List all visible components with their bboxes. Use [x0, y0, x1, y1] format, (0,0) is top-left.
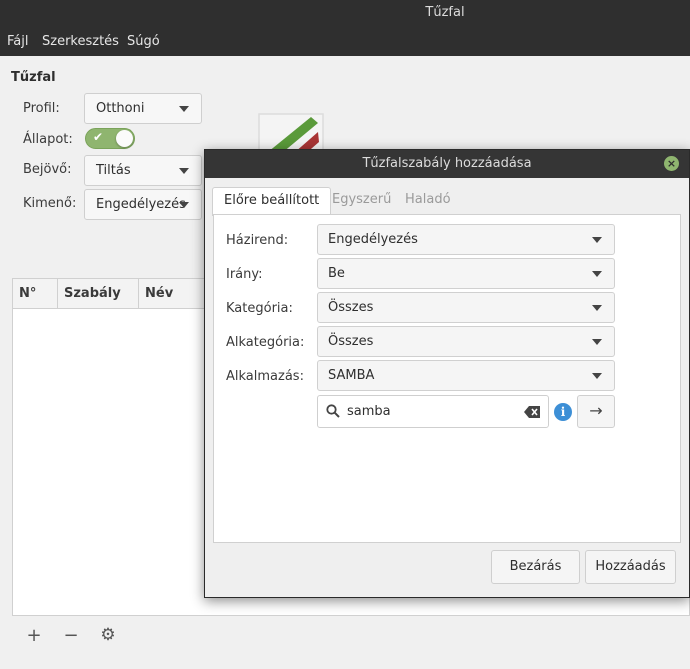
section-title: Tűzfal — [11, 70, 56, 85]
tab-simple[interactable]: Egyszerű — [321, 187, 402, 215]
remove-rule-button[interactable]: − — [57, 625, 85, 649]
close-icon[interactable]: × — [664, 156, 679, 171]
policy-label: Házirend: — [226, 233, 289, 248]
tab-panel: Házirend: Engedélyezés Irány: Be Kategór… — [213, 214, 681, 543]
direction-value: Be — [328, 266, 345, 281]
main-titlebar: Tűzfal — [0, 0, 690, 28]
search-value: samba — [347, 404, 391, 419]
column-number[interactable]: N° — [13, 279, 58, 309]
dialog-titlebar: Tűzfalszabály hozzáadása × — [205, 150, 689, 178]
search-input[interactable]: samba — [317, 395, 549, 428]
shield-icon — [256, 112, 326, 152]
subcategory-value: Összes — [328, 334, 374, 349]
chevron-down-icon — [179, 202, 189, 208]
outgoing-label: Kimenő: — [23, 196, 77, 211]
tab-preconfigured[interactable]: Előre beállított — [212, 187, 332, 216]
status-toggle[interactable]: ✔ — [85, 128, 135, 149]
menu-file[interactable]: Fájl — [7, 34, 28, 49]
gear-icon: ⚙ — [100, 625, 116, 645]
direction-label: Irány: — [226, 267, 263, 282]
toggle-knob — [116, 130, 133, 147]
category-label: Kategória: — [226, 301, 293, 316]
add-rule-button[interactable]: + — [20, 625, 48, 649]
chevron-down-icon — [592, 339, 602, 345]
profile-combo[interactable]: Otthoni — [84, 93, 202, 124]
outgoing-value: Engedélyezés — [96, 197, 186, 212]
check-icon: ✔ — [93, 130, 104, 144]
policy-combo[interactable]: Engedélyezés — [317, 224, 615, 255]
subcategory-combo[interactable]: Összes — [317, 326, 615, 357]
go-button[interactable]: → — [577, 395, 615, 428]
incoming-value: Tiltás — [96, 163, 131, 178]
chevron-down-icon — [179, 106, 189, 112]
add-button[interactable]: Hozzáadás — [585, 550, 676, 584]
arrow-right-icon: → — [589, 401, 603, 420]
outgoing-combo[interactable]: Engedélyezés — [84, 189, 202, 220]
window-title: Tűzfal — [425, 5, 465, 20]
chevron-down-icon — [592, 373, 602, 379]
application-combo[interactable]: SAMBA — [317, 360, 615, 391]
direction-combo[interactable]: Be — [317, 258, 615, 289]
status-label: Állapot: — [23, 132, 73, 147]
category-value: Összes — [328, 300, 374, 315]
chevron-down-icon — [179, 168, 189, 174]
policy-value: Engedélyezés — [328, 232, 418, 247]
menubar: Fájl Szerkesztés Súgó — [0, 28, 690, 56]
search-icon — [326, 404, 340, 418]
chevron-down-icon — [592, 237, 602, 243]
settings-button[interactable]: ⚙ — [94, 625, 122, 649]
chevron-down-icon — [592, 271, 602, 277]
incoming-label: Bejövő: — [23, 162, 72, 177]
menu-help[interactable]: Súgó — [127, 34, 160, 49]
chevron-down-icon — [592, 305, 602, 311]
incoming-combo[interactable]: Tiltás — [84, 155, 202, 186]
application-label: Alkalmazás: — [226, 369, 304, 384]
close-button[interactable]: Bezárás — [491, 550, 580, 584]
info-icon[interactable]: i — [554, 403, 572, 421]
add-rule-dialog: Tűzfalszabály hozzáadása × Előre beállít… — [204, 149, 690, 598]
category-combo[interactable]: Összes — [317, 292, 615, 323]
tab-advanced[interactable]: Haladó — [394, 187, 462, 215]
clear-icon[interactable] — [524, 406, 540, 418]
menu-edit[interactable]: Szerkesztés — [42, 34, 119, 49]
profile-label: Profil: — [23, 101, 60, 116]
column-rule[interactable]: Szabály — [58, 279, 139, 309]
application-value: SAMBA — [328, 368, 375, 383]
profile-value: Otthoni — [96, 101, 145, 116]
dialog-title: Tűzfalszabály hozzáadása — [362, 156, 532, 171]
subcategory-label: Alkategória: — [226, 335, 305, 350]
